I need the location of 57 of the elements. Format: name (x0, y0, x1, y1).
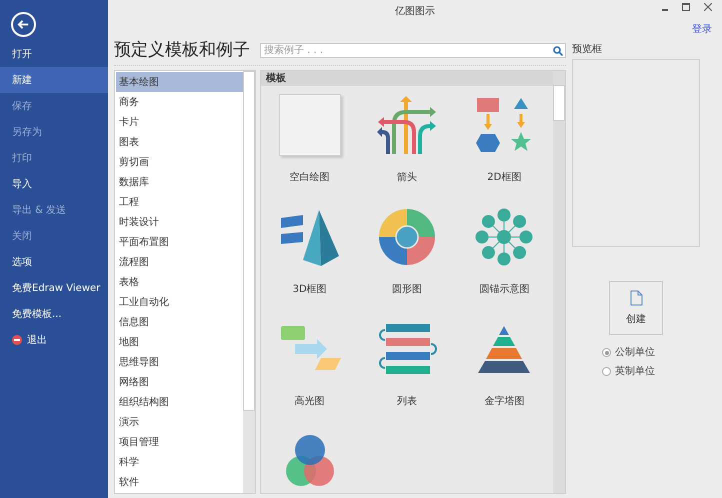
unit-radio[interactable]: 英制单位 (602, 364, 700, 379)
template-item[interactable]: 高光图 (261, 314, 358, 422)
window-title: 亿图图示 (395, 4, 435, 18)
category-item[interactable]: 网络图 (116, 372, 243, 392)
category-item[interactable]: 软件 (116, 472, 243, 492)
sidebar-item[interactable]: 免费模板... (0, 301, 108, 327)
category-item[interactable]: 流程图 (116, 252, 243, 272)
category-item[interactable]: 演示 (116, 412, 243, 432)
category-item[interactable]: 工程 (116, 192, 243, 212)
document-icon (630, 290, 642, 306)
sidebar-item[interactable]: 免费Edraw Viewer (0, 275, 108, 301)
category-item[interactable]: 时装设计 (116, 212, 243, 232)
category-item[interactable]: 表格 (116, 272, 243, 292)
login-link[interactable]: 登录 (692, 22, 712, 36)
category-item[interactable]: 卡片 (116, 112, 243, 132)
template-item[interactable]: 圆锚示意图 (456, 202, 553, 310)
scrollbar[interactable] (243, 71, 255, 493)
close-icon[interactable] (704, 3, 712, 11)
category-item[interactable]: 数据库 (116, 172, 243, 192)
template-item[interactable]: 3D框图 (261, 202, 358, 310)
blank-page-icon (278, 94, 341, 156)
search-icon[interactable] (553, 46, 563, 56)
template-item[interactable]: 圆形图 (358, 202, 456, 310)
back-icon[interactable] (11, 12, 36, 37)
category-item[interactable]: 剪切画 (116, 152, 243, 172)
preview-label: 预览框 (572, 42, 603, 57)
scrollbar[interactable] (553, 71, 565, 493)
radial-diagram-icon (473, 206, 536, 268)
category-item[interactable]: 思维导图 (116, 352, 243, 372)
category-item[interactable]: 基本绘图 (116, 72, 243, 92)
category-item[interactable]: 工业自动化 (116, 292, 243, 312)
template-item[interactable]: 金字塔图 (456, 314, 553, 422)
category-item[interactable]: 商务 (116, 92, 243, 112)
stop-icon (12, 335, 22, 345)
template-item[interactable]: 列表 (358, 314, 456, 422)
category-item[interactable]: 科学 (116, 452, 243, 472)
unit-radio[interactable]: 公制单位 (602, 345, 700, 360)
sidebar-item[interactable]: 导入 (0, 171, 108, 197)
category-item[interactable]: 组织结构图 (116, 392, 243, 412)
category-item[interactable]: 地图 (116, 332, 243, 352)
category-item[interactable]: 平面布置图 (116, 232, 243, 252)
panel-header: 模板 (261, 71, 553, 86)
sidebar-item[interactable]: 新建 (0, 67, 108, 93)
sidebar-item[interactable]: 打开 (0, 41, 108, 67)
page-heading: 预定义模板和例子 (114, 38, 250, 62)
maximize-icon[interactable] (682, 3, 690, 11)
template-item[interactable]: 2D框图 (456, 90, 553, 198)
create-button[interactable]: 创建 (609, 281, 663, 335)
category-item[interactable]: 项目管理 (116, 432, 243, 452)
template-item[interactable]: 箭头 (358, 90, 456, 198)
arrows-icon (376, 94, 438, 156)
template-item[interactable]: 空白绘图 (261, 90, 358, 198)
search-field[interactable]: 搜索例子 . . . (260, 43, 566, 58)
sidebar-item[interactable]: 选项 (0, 249, 108, 275)
category-item[interactable]: 信息图 (116, 312, 243, 332)
category-item[interactable]: 图表 (116, 132, 243, 152)
sidebar-item[interactable]: 退出 (0, 327, 108, 353)
